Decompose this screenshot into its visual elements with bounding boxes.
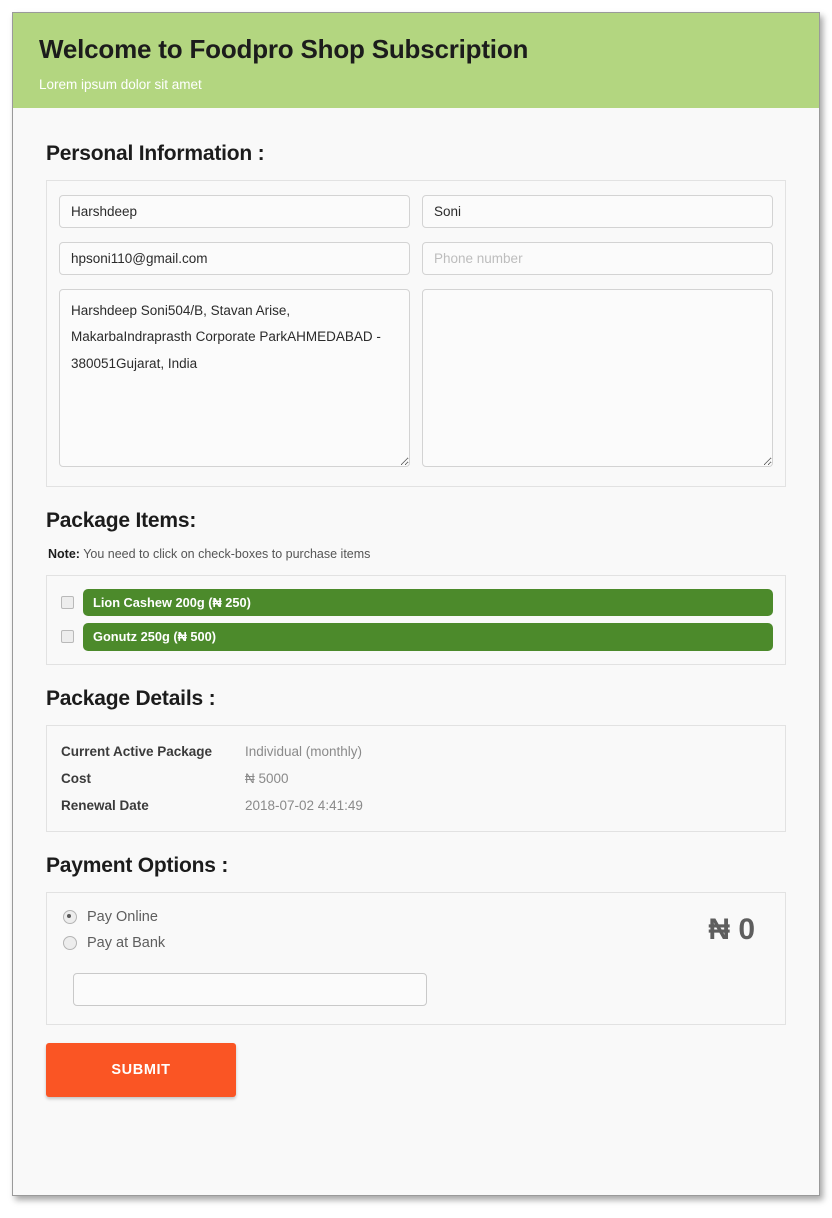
contact-row: [59, 242, 773, 289]
shipping-address-textarea[interactable]: [422, 289, 773, 467]
payment-options-panel: Pay Online Pay at Bank ₦ 0: [46, 891, 786, 1025]
submit-button[interactable]: SUBMIT: [46, 1042, 236, 1097]
package-details-key-2: Renewal Date: [61, 797, 149, 813]
subscription-card: Welcome to Foodpro Shop Subscription Lor…: [12, 12, 820, 1196]
payment-options-heading: Payment Options :: [46, 853, 229, 877]
package-details-value-1: ₦ 5000: [245, 770, 289, 786]
phone-input[interactable]: [422, 242, 773, 275]
package-items-heading: Package Items:: [46, 509, 197, 532]
package-details-value-2: 2018-07-02 4:41:49: [245, 797, 363, 813]
payment-option-label-0: Pay Online: [87, 908, 158, 925]
package-item-label-0[interactable]: Lion Cashew 200g (₦ 250): [83, 589, 773, 617]
name-row: [59, 195, 773, 242]
payment-total-amount: ₦ 0: [708, 912, 755, 946]
email-input[interactable]: [59, 242, 410, 275]
personal-information-heading: Personal Information :: [46, 142, 265, 165]
radio-selected-icon[interactable]: [63, 909, 77, 924]
personal-information-panel: Harshdeep Soni504/B, Stavan Arise, Makar…: [46, 180, 786, 487]
package-item-checkbox-0[interactable]: [61, 596, 74, 610]
package-item-row: Lion Cashew 200g (₦ 250): [59, 589, 773, 617]
first-name-input[interactable]: [59, 195, 410, 228]
payment-option-label-1: Pay at Bank: [87, 934, 166, 951]
note-label: Note:: [48, 547, 80, 561]
package-details-value-0: Individual (monthly): [245, 743, 363, 759]
package-details-row: Renewal Date 2018-07-02 4:41:49: [61, 798, 771, 813]
note-text: You need to click on check-boxes to purc…: [79, 547, 371, 561]
page-subtitle: Lorem ipsum dolor sit amet: [39, 76, 202, 92]
card-body: Personal Information : Harshdeep Soni hp…: [13, 108, 819, 1107]
page-banner: Welcome to Foodpro Shop Subscription Lor…: [13, 13, 819, 108]
package-items-note: Note: You need to click on check-boxes t…: [48, 547, 786, 561]
package-item-row: Gonutz 250g (₦ 500): [59, 623, 773, 651]
package-item-checkbox-1[interactable]: [61, 630, 74, 644]
radio-unselected-icon[interactable]: [63, 935, 77, 950]
payment-amount-input[interactable]: [73, 972, 427, 1006]
address-row: Harshdeep Soni504/B, Stavan Arise, Makar…: [59, 289, 773, 472]
payment-radio-group: Pay Online Pay at Bank: [61, 909, 708, 951]
package-items-panel: Lion Cashew 200g (₦ 250) Gonutz 250g (₦ …: [46, 575, 786, 665]
package-details-heading: Package Details :: [46, 686, 216, 710]
submit-row: SUBMIT: [46, 1025, 786, 1097]
page-title: Welcome to Foodpro Shop Subscription: [39, 34, 529, 64]
last-name-input[interactable]: [422, 195, 773, 228]
payment-option-pay-at-bank[interactable]: Pay at Bank: [61, 935, 708, 951]
package-details-row: Cost ₦ 5000: [61, 771, 771, 786]
payment-option-pay-online[interactable]: Pay Online: [61, 909, 708, 925]
package-details-panel: Current Active Package Individual (month…: [46, 724, 786, 832]
package-item-label-1[interactable]: Gonutz 250g (₦ 500): [83, 623, 773, 651]
page-root: Welcome to Foodpro Shop Subscription Lor…: [0, 0, 832, 1218]
package-details-key-0: Current Active Package: [61, 743, 213, 759]
package-details-key-1: Cost: [61, 770, 91, 786]
billing-address-textarea[interactable]: Harshdeep Soni504/B, Stavan Arise, Makar…: [59, 289, 410, 467]
package-details-row: Current Active Package Individual (month…: [61, 744, 771, 759]
